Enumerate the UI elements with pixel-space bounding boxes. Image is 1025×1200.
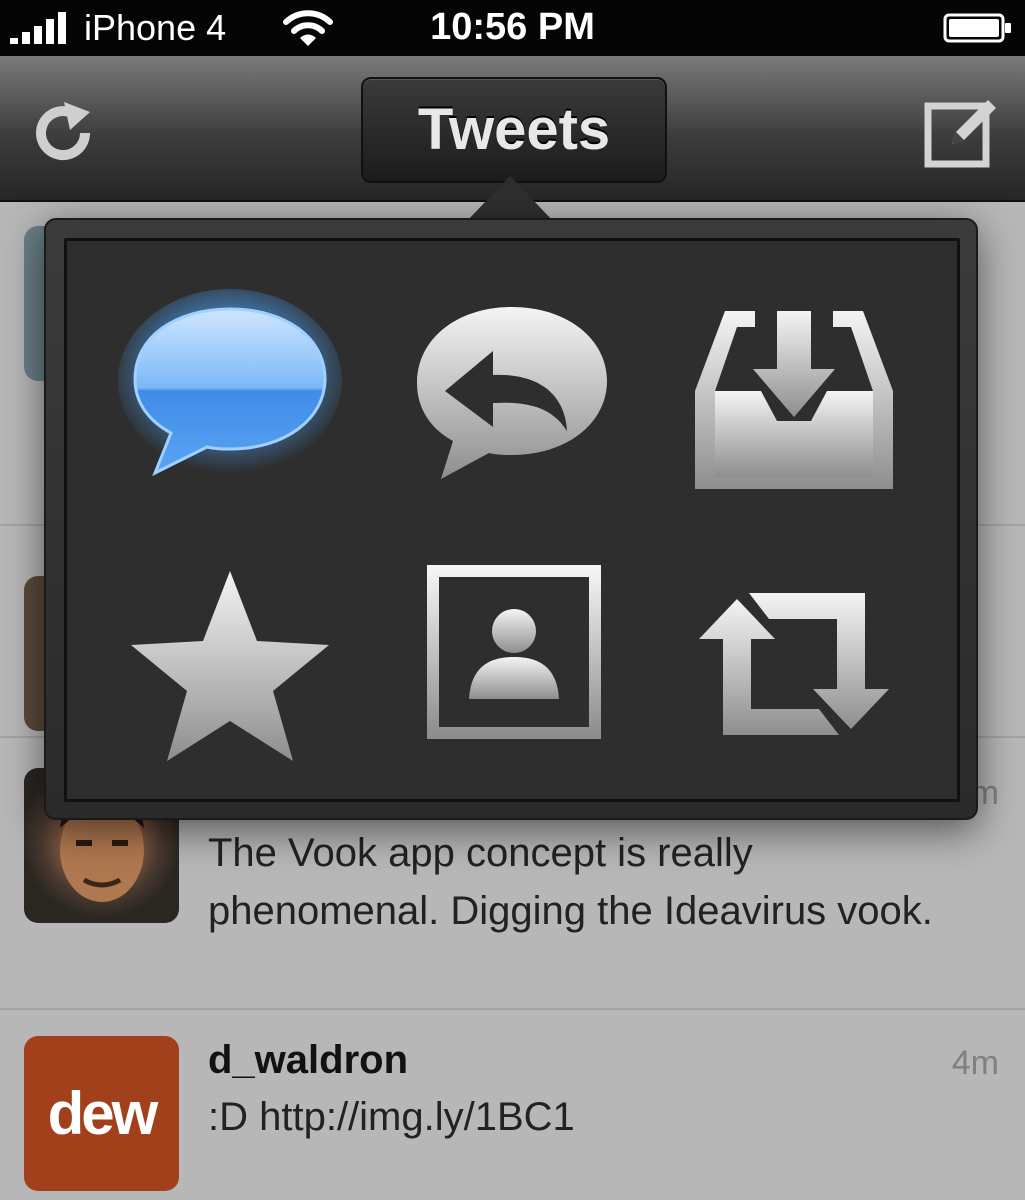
menu-item-tweets[interactable]: [115, 281, 345, 511]
timeline-switcher-button[interactable]: Tweets: [361, 77, 667, 183]
tweet-username[interactable]: d_waldron: [208, 1038, 408, 1083]
menu-item-messages[interactable]: [679, 281, 909, 511]
tweet-text: The Vook app concept is really phenomena…: [208, 831, 933, 933]
profile-icon: [427, 565, 601, 739]
star-icon: [131, 571, 329, 761]
compose-icon[interactable]: [922, 92, 1002, 172]
menu-item-profile[interactable]: [397, 549, 627, 779]
reply-bubble-icon: [417, 307, 607, 479]
tweet-row[interactable]: dew d_waldron :D http://img.ly/1BC1 4m: [0, 1010, 1025, 1200]
tweet-time: 4m: [951, 1044, 999, 1082]
inbox-download-icon: [695, 311, 893, 489]
avatar: dew: [24, 1036, 179, 1191]
tweet-text: :D http://img.ly/1BC1: [208, 1095, 575, 1139]
nav-title: Tweets: [417, 97, 611, 162]
menu-item-retweets[interactable]: [679, 549, 909, 779]
menu-item-mentions[interactable]: [397, 281, 627, 511]
status-bar: iPhone 4 10:56 PM: [0, 0, 1025, 56]
status-time: 10:56 PM: [430, 6, 595, 48]
avatar-logo: dew: [47, 1080, 159, 1147]
battery-icon: [943, 13, 1011, 43]
menu-item-favorites[interactable]: [115, 549, 345, 779]
popover-panel: [64, 238, 960, 802]
refresh-icon[interactable]: [30, 98, 100, 168]
speech-bubble-icon: [118, 289, 342, 477]
timeline-menu-popover: [44, 218, 978, 820]
retweet-icon: [699, 593, 889, 735]
popover-arrow: [466, 176, 554, 222]
